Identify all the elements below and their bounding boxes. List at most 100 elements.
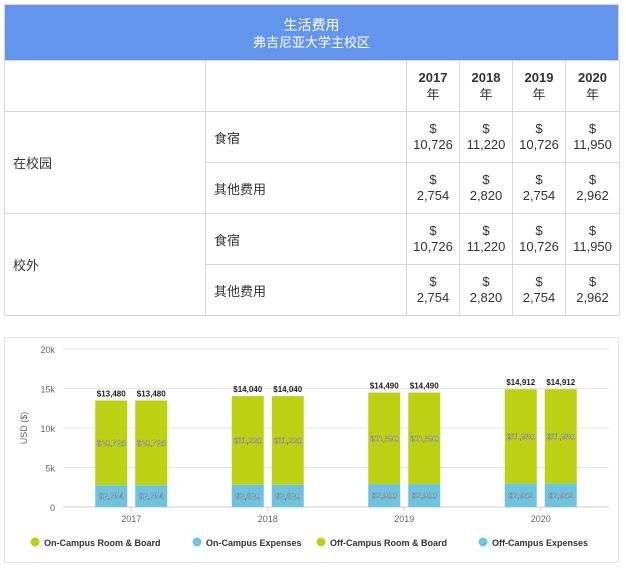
- currency-symbol: $: [588, 121, 597, 136]
- cost-value: 2,962: [576, 290, 609, 305]
- cost-value-cell: $11,220: [459, 111, 513, 163]
- currency-symbol: $: [429, 121, 437, 136]
- year-header: 2018 年: [459, 60, 513, 112]
- cost-table: 2017 年 2018 年 2019 年 2020 年 在校园 食宿 $10,726 $11,…: [4, 60, 620, 316]
- currency-symbol: $: [588, 223, 597, 238]
- cost-value: 11,220: [466, 239, 506, 254]
- bar-segment-label: $2,820: [276, 492, 301, 501]
- cost-value: 2,754: [522, 290, 556, 305]
- table-body: 在校园 食宿 $10,726 $11,220 $10,726 $11,950 其他费用 $2,…: [4, 111, 620, 316]
- category-label: 其他费用: [205, 162, 407, 214]
- year-header: 2019 年: [512, 60, 566, 112]
- x-tick-label: 2018: [258, 514, 278, 524]
- year-suffix: 年: [532, 87, 546, 102]
- y-tick-label: 10k: [40, 424, 55, 434]
- cost-value: 2,820: [469, 290, 503, 305]
- category-label: 食宿: [205, 111, 407, 163]
- cost-value: 10,726: [519, 137, 559, 152]
- legend-marker: [316, 537, 326, 547]
- cost-value: 11,950: [573, 137, 612, 152]
- table-row: 在校园 食宿 $10,726 $11,220 $10,726 $11,950: [4, 111, 620, 214]
- currency-symbol: $: [482, 172, 490, 187]
- bar-segment-label: $2,900: [372, 492, 397, 501]
- cost-value-cell: $11,220: [459, 213, 513, 265]
- cost-value-cell: $10,726: [512, 111, 566, 163]
- bar-total-label: $14,040: [233, 385, 262, 394]
- cost-value-cell: $2,754: [406, 162, 460, 214]
- table-row: 校外 食宿 $10,726 $11,220 $10,726 $11,950: [4, 213, 620, 316]
- legend-label: Off-Campus Room & Board: [330, 538, 447, 548]
- x-tick-label: 2019: [394, 514, 414, 524]
- table-head-row: 2017 年 2018 年 2019 年 2020 年: [4, 60, 620, 112]
- currency-symbol: $: [535, 274, 543, 289]
- bar-total-label: $13,480: [137, 390, 166, 399]
- bar-total-label: $14,912: [546, 378, 575, 387]
- head-empty-cell: [4, 60, 206, 112]
- currency-symbol: $: [588, 274, 597, 289]
- cost-value-cell: $2,754: [406, 264, 460, 316]
- bar-segment-label: $11,950: [547, 432, 576, 441]
- category-label: 其他费用: [205, 264, 407, 316]
- cost-value-cell: $2,754: [512, 264, 566, 316]
- bar-segment-label: $2,962: [509, 491, 534, 500]
- x-tick-label: 2017: [121, 514, 141, 524]
- year-suffix: 年: [479, 87, 493, 102]
- table-title: 生活费用: [283, 17, 340, 33]
- cost-value-cell: $10,726: [512, 213, 566, 265]
- currency-symbol: $: [535, 121, 543, 136]
- year-number: 2019: [524, 70, 554, 85]
- cost-value-cell: $10,726: [406, 213, 460, 265]
- bar-segment-label: $2,820: [236, 492, 261, 501]
- bar-total-label: $14,040: [273, 385, 302, 394]
- cost-value-cell: $2,962: [565, 264, 620, 316]
- year-suffix: 年: [426, 87, 440, 102]
- cost-value: 2,820: [469, 188, 503, 203]
- cost-table-container: 生活费用 弗吉尼亚大学主校区 2017 年 2018 年 2019 年 2020 年 在…: [4, 4, 620, 316]
- legend-label: On-Campus Expenses: [206, 538, 302, 548]
- y-tick-label: 0: [50, 503, 55, 513]
- bar-total-label: $14,490: [410, 382, 439, 391]
- cost-value-cell: $2,820: [459, 264, 513, 316]
- y-tick-label: 5k: [45, 464, 55, 474]
- bar-segment-label: $11,950: [507, 432, 536, 441]
- cost-value: 11,950: [573, 239, 612, 254]
- year-header: 2020 年: [565, 60, 620, 112]
- cost-value: 2,962: [576, 188, 609, 203]
- cost-value: 10,726: [413, 137, 453, 152]
- currency-symbol: $: [482, 223, 490, 238]
- legend-label: Off-Campus Expenses: [492, 538, 588, 548]
- bar-total-label: $13,480: [97, 390, 126, 399]
- category-label: 食宿: [205, 213, 407, 265]
- cost-value-cell: $11,950: [565, 213, 620, 265]
- legend-marker: [478, 537, 488, 547]
- year-number: 2017: [418, 70, 448, 85]
- cost-value-cell: $2,962: [565, 162, 620, 214]
- cost-value: 2,754: [522, 188, 556, 203]
- cost-value-cell: $2,820: [459, 162, 513, 214]
- cost-value-cell: $2,754: [512, 162, 566, 214]
- cost-value: 2,754: [416, 188, 450, 203]
- table-subtitle: 弗吉尼亚大学主校区: [252, 35, 370, 50]
- legend-marker: [30, 537, 40, 547]
- cost-value-cell: $10,726: [406, 111, 460, 163]
- bar-segment-label: $11,220: [234, 436, 263, 445]
- bar-segment-label: $10,726: [137, 439, 166, 448]
- cost-value: 10,726: [413, 239, 453, 254]
- year-number: 2020: [578, 70, 607, 85]
- group-label: 校外: [4, 213, 206, 316]
- year-suffix: 年: [585, 87, 599, 102]
- bar-segment-label: $10,726: [97, 439, 126, 448]
- currency-symbol: $: [535, 172, 543, 187]
- head-empty-cell: [205, 60, 407, 112]
- bar-total-label: $14,490: [370, 382, 399, 391]
- bar-segment-label: $2,754: [99, 492, 124, 501]
- group-label: 在校园: [4, 111, 206, 214]
- bar-total-label: $14,912: [506, 378, 535, 387]
- cost-value: 10,726: [519, 239, 559, 254]
- bar-segment-label: $2,900: [412, 492, 437, 501]
- bar-segment-label: $11,220: [274, 436, 303, 445]
- cost-stacked-bar-chart: 0 5k 10k 15k 20k USD ($) 2017 $2,754 $10,726 $13,…: [19, 345, 609, 548]
- y-tick-label: 20k: [40, 345, 55, 355]
- currency-symbol: $: [482, 274, 490, 289]
- y-tick-label: 15k: [40, 385, 55, 395]
